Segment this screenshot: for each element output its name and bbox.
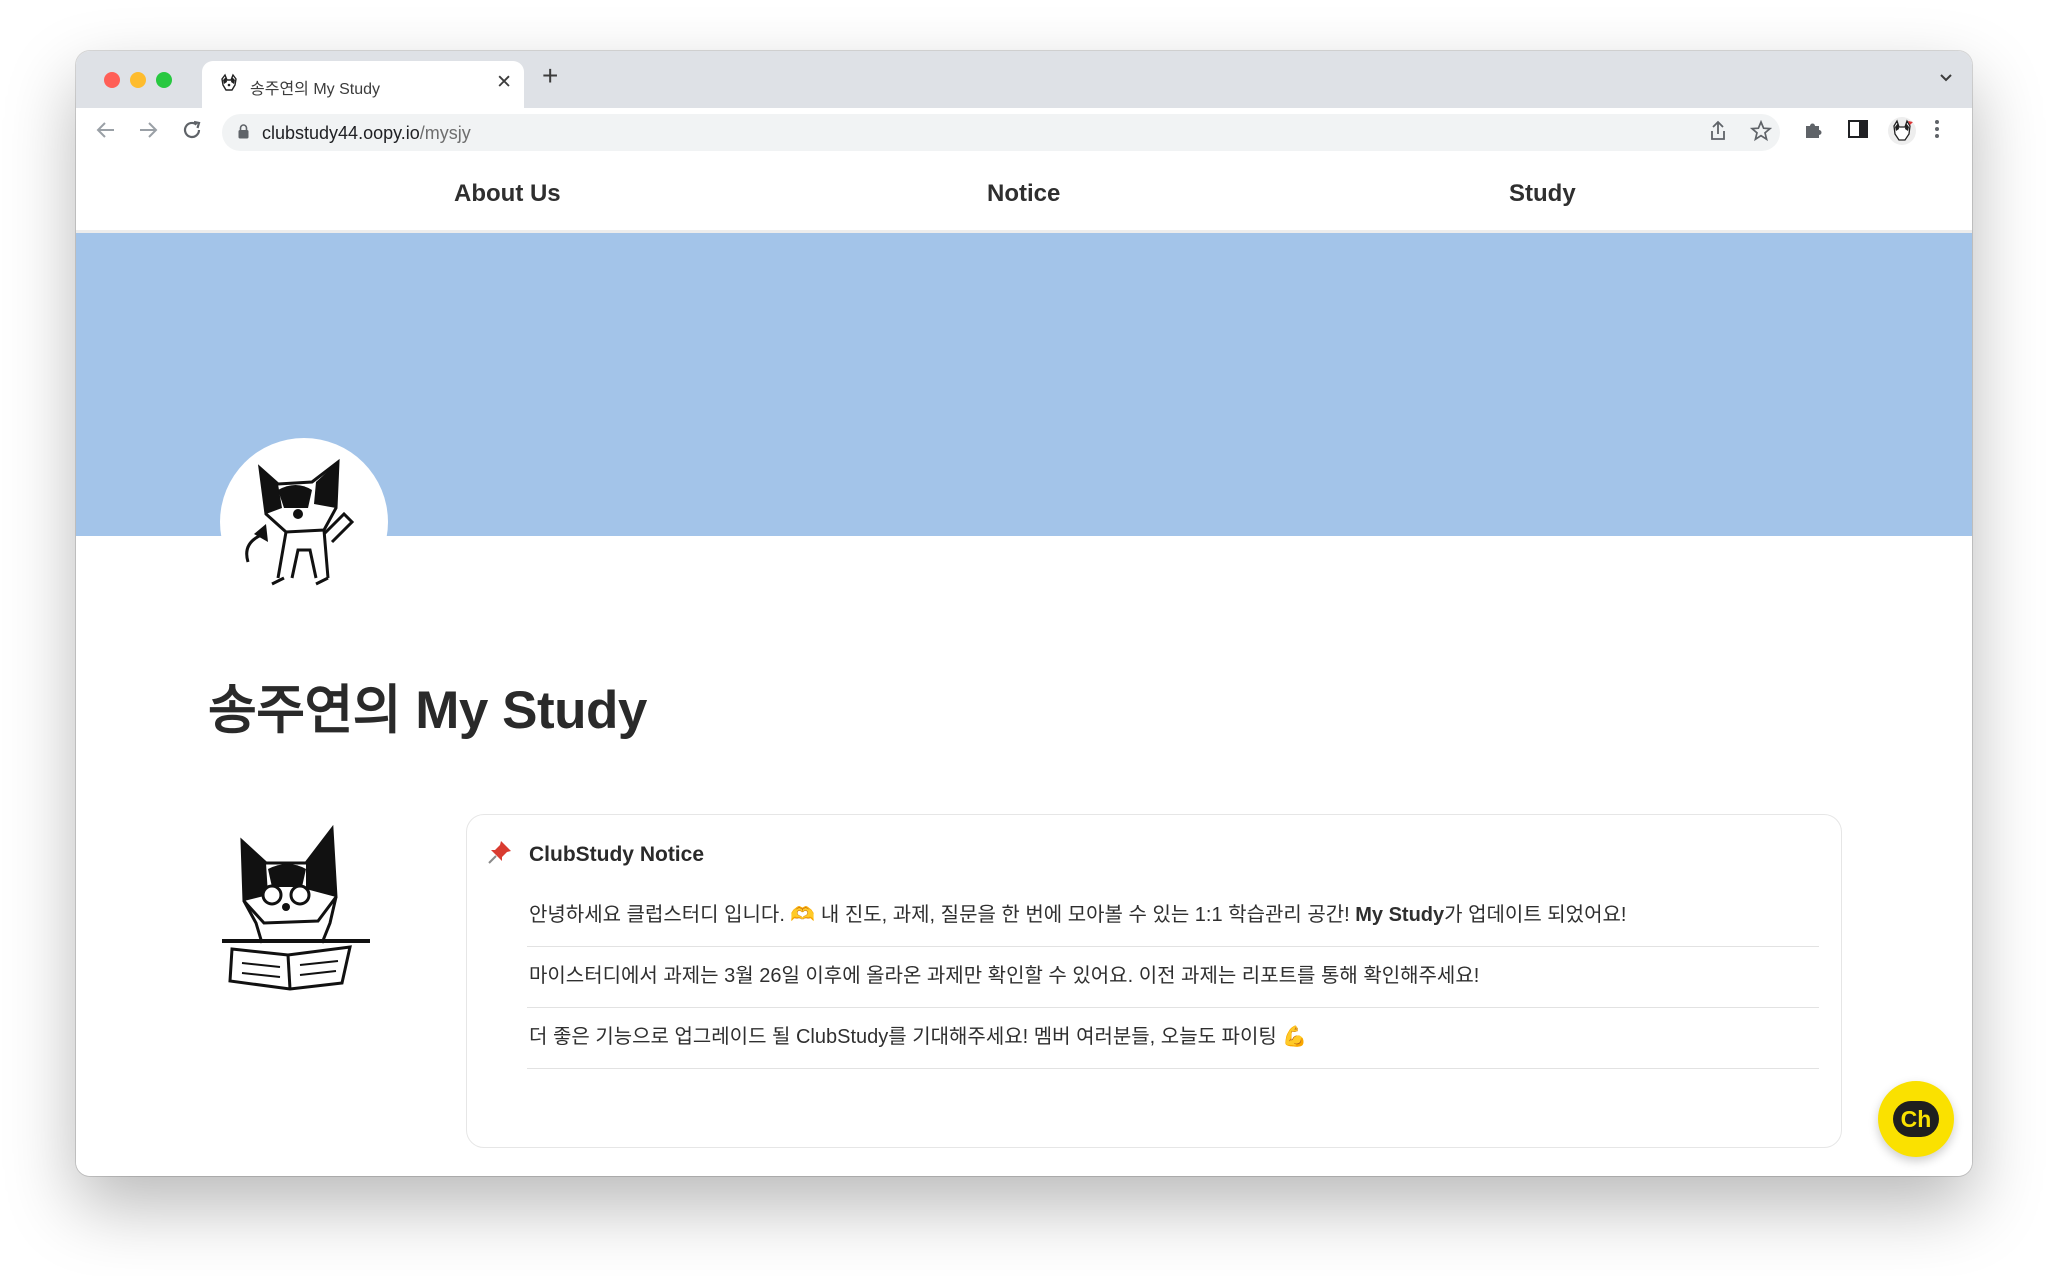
nav-notice[interactable]: Notice: [987, 180, 1060, 208]
tab-strip: 송주연의 My Study ✕ +: [76, 51, 1972, 108]
notice-line-1-end: 가 업데이트 되었어요!: [1444, 904, 1627, 926]
tab-close-icon[interactable]: ✕: [496, 71, 512, 94]
tab-title: 송주연의 My Study: [250, 81, 381, 98]
forward-arrow-icon[interactable]: [136, 118, 160, 147]
side-panel-icon[interactable]: [1847, 118, 1869, 144]
share-icon[interactable]: [1708, 120, 1728, 148]
page-icon-avatar: [220, 438, 388, 606]
nav-about-us[interactable]: About Us: [454, 180, 561, 208]
browser-tab[interactable]: 송주연의 My Study ✕: [202, 61, 524, 108]
channel-talk-button[interactable]: Ch: [1878, 1081, 1954, 1157]
maximize-window-button[interactable]: [156, 72, 172, 88]
extensions-puzzle-icon[interactable]: [1803, 118, 1825, 144]
back-arrow-icon[interactable]: [94, 118, 118, 147]
bookmark-star-icon[interactable]: [1749, 119, 1773, 148]
page-content: About Us Notice Study 송주연의 My Study Club…: [76, 158, 1972, 1176]
notice-line-3-text: 더 좋은 기능으로 업그레이드 될 ClubStudy를 기대해주세요! 멤버 …: [529, 1026, 1308, 1048]
profile-avatar[interactable]: [1888, 117, 1916, 145]
notice-line-1-bold: My Study: [1355, 904, 1445, 926]
pushpin-icon: [487, 839, 513, 872]
notice-line-1: 안녕하세요 클럽스터디 입니다. 🫶 내 진도, 과제, 질문을 한 번에 모아…: [527, 885, 1819, 947]
more-menu-icon[interactable]: [1934, 118, 1940, 144]
reload-icon[interactable]: [180, 118, 204, 147]
notice-callout: ClubStudy Notice 안녕하세요 클럽스터디 입니다. 🫶 내 진도…: [466, 814, 1842, 1148]
notice-line-3: 더 좋은 기능으로 업그레이드 될 ClubStudy를 기대해주세요! 멤버 …: [527, 1007, 1819, 1069]
browser-toolbar: clubstudy44.oopy.io/mysjy: [76, 108, 1972, 159]
dog-thumbs-up-illustration: [245, 458, 355, 586]
new-tab-button[interactable]: +: [542, 62, 558, 90]
tab-search-chevron-icon[interactable]: [1938, 69, 1954, 85]
notice-title: ClubStudy Notice: [529, 843, 705, 866]
url-host: clubstudy44.oopy.io: [262, 123, 420, 143]
notice-line-1-text: 안녕하세요 클럽스터디 입니다. 🫶 내 진도, 과제, 질문을 한 번에 모아…: [529, 904, 1356, 926]
minimize-window-button[interactable]: [130, 72, 146, 88]
notice-line-2: 마이스터디에서 과제는 3월 26일 이후에 올라온 과제만 확인할 수 있어요…: [527, 946, 1819, 1008]
close-window-button[interactable]: [104, 72, 120, 88]
dog-favicon-icon: [221, 73, 237, 91]
browser-window: 송주연의 My Study ✕ + clubstudy44.oopy.io/my…: [76, 51, 1972, 1176]
url-path: /mysjy: [419, 123, 471, 143]
channel-talk-label: Ch: [1893, 1101, 1939, 1137]
url-text: clubstudy44.oopy.io/mysjy: [262, 123, 471, 144]
page-title: 송주연의 My Study: [208, 681, 647, 740]
dog-reading-book-illustration: [222, 824, 370, 991]
top-navigation: About Us Notice Study: [76, 158, 1972, 233]
address-bar[interactable]: clubstudy44.oopy.io/mysjy: [222, 114, 1780, 151]
notice-line-2-text: 마이스터디에서 과제는 3월 26일 이후에 올라온 과제만 확인할 수 있어요…: [529, 965, 1480, 987]
dog-avatar-icon: [1893, 119, 1913, 141]
lock-icon: [238, 124, 249, 139]
nav-study[interactable]: Study: [1509, 180, 1576, 208]
